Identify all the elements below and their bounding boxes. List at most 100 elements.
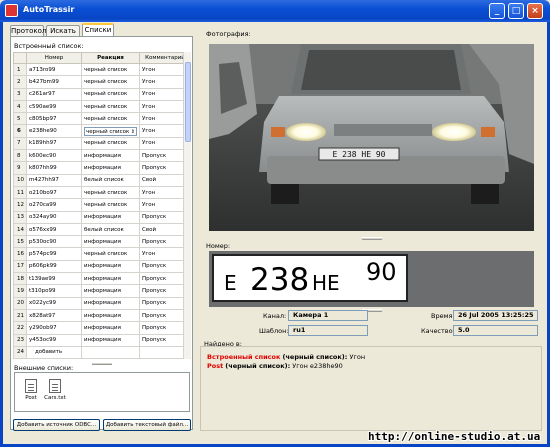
row-reaction[interactable]: черный список — [81, 62, 140, 77]
row-number[interactable]: t310po99 — [26, 284, 82, 298]
row-number[interactable]: k189hh97 — [26, 136, 82, 151]
add-odbc-button[interactable]: Добавить источник ODBC... — [13, 419, 100, 431]
minimize-button[interactable]: _ — [489, 3, 505, 19]
col-header-number[interactable]: Номер — [26, 52, 82, 64]
table-row[interactable]: 14 o576xx99 белый список Свой — [13, 222, 191, 237]
row-reaction[interactable]: черный список — [81, 87, 140, 101]
photo-splitter-handle[interactable] — [362, 237, 382, 240]
table-row[interactable]: 8 k600ec90 информация Пропуск — [13, 149, 191, 163]
external-file-post[interactable]: Post — [19, 379, 43, 401]
table-row[interactable]: 17 p606pk99 информация Пропуск — [13, 259, 191, 274]
maximize-button[interactable]: □ — [508, 3, 524, 19]
reaction-select[interactable]: черный список ⇕ — [84, 126, 137, 136]
table-scrollbar[interactable] — [183, 52, 191, 359]
table-row[interactable]: 13 o324ay90 информация Пропуск — [13, 210, 191, 224]
table-row[interactable]: 7 k189hh97 черный список Угон — [13, 136, 191, 151]
row-number[interactable]: p530oc90 — [26, 235, 82, 249]
row-number[interactable]: y290ob97 — [26, 321, 82, 335]
row-number[interactable]: o324ay90 — [26, 210, 82, 224]
add-text-file-button[interactable]: Добавить текстовый файл... — [103, 419, 191, 431]
row-reaction[interactable]: белый список — [81, 222, 140, 237]
row-number[interactable]: p606pk99 — [26, 259, 82, 274]
table-row[interactable]: 11 o210bo97 черный список Угон — [13, 185, 191, 200]
row-reaction[interactable]: информация — [81, 321, 140, 335]
row-number[interactable]: o576xx99 — [26, 222, 82, 237]
row-number[interactable]: e238he90 — [26, 124, 82, 138]
row-reaction[interactable]: информация — [81, 284, 140, 298]
table-row[interactable]: 21 x828at97 информация Пропуск — [13, 308, 191, 323]
left-splitter-handle[interactable] — [92, 362, 112, 365]
row-reaction[interactable]: информация — [81, 235, 140, 249]
row-number[interactable]: c261ar97 — [26, 87, 82, 101]
row-number[interactable]: a713ro99 — [26, 62, 82, 77]
row-reaction[interactable]: информация — [81, 333, 140, 347]
row-number[interactable]: x828at97 — [26, 308, 82, 323]
row-reaction[interactable]: информация — [81, 259, 140, 274]
title-bar[interactable]: AutoTrassir _ □ × — [0, 0, 550, 22]
row-reaction[interactable]: белый список — [81, 173, 140, 187]
row-index: 23 — [13, 333, 27, 347]
table-row[interactable]: 19 t310po99 информация Пропуск — [13, 284, 191, 298]
row-reaction[interactable]: черный список — [81, 247, 140, 261]
row-number[interactable]: c805bp97 — [26, 112, 82, 126]
row-number[interactable]: o270ca99 — [26, 198, 82, 212]
channel-label: Канал: — [263, 312, 287, 320]
row-number[interactable]: p574pc99 — [26, 247, 82, 261]
row-reaction[interactable]: черный список — [81, 136, 140, 151]
external-file-cars[interactable]: Cars.txt — [43, 379, 67, 401]
row-reaction[interactable]: черный список ⇕ — [81, 124, 140, 138]
row-number[interactable]: o210bo97 — [26, 185, 82, 200]
table-row[interactable]: 22 y290ob97 информация Пропуск — [13, 321, 191, 335]
table-row[interactable]: 16 p574pc99 черный список Угон — [13, 247, 191, 261]
row-reaction[interactable]: черный список — [81, 198, 140, 212]
tab-lists[interactable]: Списки — [82, 23, 114, 36]
row-reaction[interactable]: информация — [81, 272, 140, 286]
row-reaction[interactable]: черный список — [81, 185, 140, 200]
col-header-reaction[interactable]: Реакция — [81, 52, 140, 64]
row-number[interactable]: k600ec90 — [26, 149, 82, 163]
table-row[interactable]: 4 c590ae99 черный список Угон — [13, 99, 191, 114]
row-reaction[interactable]: черный список — [81, 75, 140, 89]
tab-search[interactable]: Искать — [46, 25, 80, 36]
table-row[interactable]: 5 c805bp97 черный список Угон — [13, 112, 191, 126]
scrollbar-thumb[interactable] — [185, 62, 191, 142]
table-row[interactable]: 2 b427bm99 черный список Угон — [13, 75, 191, 89]
table-row[interactable]: 3 c261ar97 черный список Угон — [13, 87, 191, 101]
table-row[interactable]: 15 p530oc90 информация Пропуск — [13, 235, 191, 249]
close-button[interactable]: × — [527, 3, 543, 19]
row-reaction[interactable]: информация — [81, 149, 140, 163]
table-row[interactable]: 12 o270ca99 черный список Угон — [13, 198, 191, 212]
row-reaction[interactable] — [81, 345, 140, 360]
table-row[interactable]: 1 a713ro99 черный список Угон — [13, 62, 191, 77]
table-row[interactable]: 9 k807hh99 информация Пропуск — [13, 161, 191, 175]
row-reaction[interactable]: черный список — [81, 112, 140, 126]
add-row-link[interactable]: добавить — [26, 345, 82, 360]
license-plate: Е 238 НЕ 90 — [212, 254, 408, 302]
row-number[interactable]: m427hh97 — [26, 173, 82, 187]
row-number[interactable]: y453oc99 — [26, 333, 82, 347]
tab-protocol[interactable]: Протокол — [10, 25, 46, 36]
row-number[interactable]: c590ae99 — [26, 99, 82, 114]
add-row[interactable]: 24 добавить — [13, 345, 191, 360]
database-icon — [25, 379, 37, 393]
row-number[interactable]: t139ae99 — [26, 272, 82, 286]
row-number[interactable]: k807hh99 — [26, 161, 82, 175]
table-row[interactable]: 10 m427hh97 белый список Свой — [13, 173, 191, 187]
row-number[interactable]: x022yc99 — [26, 296, 82, 310]
row-index: 13 — [13, 210, 27, 224]
row-reaction[interactable]: информация — [81, 296, 140, 310]
col-header-index — [13, 52, 27, 64]
table-row[interactable]: 18 t139ae99 информация Пропуск — [13, 272, 191, 286]
row-index: 4 — [13, 99, 27, 114]
spin-arrows-icon[interactable]: ⇕ — [131, 128, 135, 136]
row-reaction[interactable]: черный список — [81, 99, 140, 114]
row-reaction[interactable]: информация — [81, 210, 140, 224]
table-row[interactable]: 23 y453oc99 информация Пропуск — [13, 333, 191, 347]
row-number[interactable]: b427bm99 — [26, 75, 82, 89]
row-reaction[interactable]: информация — [81, 161, 140, 175]
table-row[interactable]: 20 x022yc99 информация Пропуск — [13, 296, 191, 310]
table-row[interactable]: 6 e238he90 черный список ⇕ Угон — [13, 124, 191, 138]
row-reaction[interactable]: информация — [81, 308, 140, 323]
window-title: AutoTrassir — [23, 5, 75, 14]
external-file-label: Post — [25, 395, 37, 401]
